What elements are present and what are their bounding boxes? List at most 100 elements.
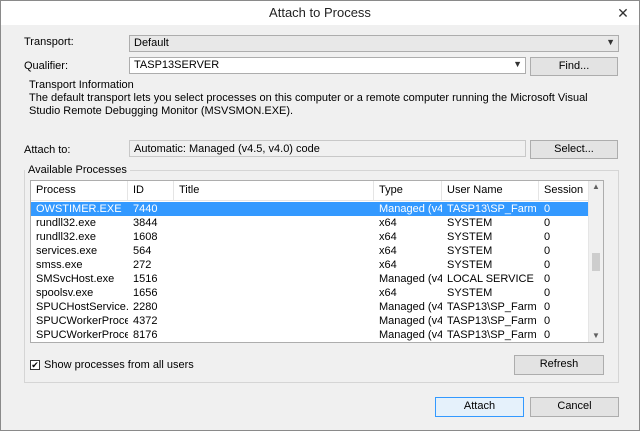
column-header-user-name[interactable]: User Name: [442, 181, 539, 200]
cell-id: 3112: [128, 342, 174, 343]
cell-title: [174, 258, 374, 272]
vertical-scrollbar[interactable]: ▲ ▼: [588, 181, 603, 342]
table-row[interactable]: SQLAGENT.EXE3112 Managed (v2....NT SERVIC…: [31, 342, 589, 343]
cell-id: 1656: [133, 287, 158, 299]
cell-session: 0: [544, 245, 551, 257]
cell-type: Managed (v4....: [379, 203, 442, 215]
table-row[interactable]: SPUCWorkerProcessP... 8176 Managed (v4....…: [31, 328, 589, 342]
cell-process: services.exe: [36, 245, 98, 257]
title-bar: Attach to Process ✕: [1, 1, 639, 25]
qualifier-input[interactable]: TASP13SERVER ▼: [129, 57, 526, 74]
table-row[interactable]: rundll32.exe 3844 x64 SYSTEM 0: [31, 216, 589, 230]
table-row[interactable]: rundll32.exe 1608 x64 SYSTEM 0: [31, 230, 589, 244]
cell-title: [174, 202, 374, 216]
cell-process: rundll32.exe: [36, 231, 96, 243]
qualifier-value: TASP13SERVER: [134, 59, 220, 71]
cell-id: 3844: [133, 217, 158, 229]
column-header-session[interactable]: Session: [539, 181, 589, 200]
table-row[interactable]: smss.exe 272 x64 SYSTEM 0: [31, 258, 589, 272]
cell-type: x64: [379, 259, 397, 271]
cell-session: 0: [544, 259, 551, 271]
cell-title: [174, 314, 374, 328]
scroll-down-icon[interactable]: ▼: [589, 330, 603, 342]
cell-user-name: SYSTEM: [447, 245, 493, 257]
cell-id: 2280: [133, 301, 158, 313]
table-row[interactable]: services.exe 564 x64 SYSTEM 0: [31, 244, 589, 258]
close-icon[interactable]: ✕: [613, 4, 633, 22]
cell-user-name: SYSTEM: [447, 231, 493, 243]
cell-title: [174, 216, 374, 230]
cell-process: SMSvcHost.exe: [36, 273, 115, 285]
cell-title: [174, 286, 374, 300]
cell-process: smss.exe: [36, 259, 83, 271]
cell-process: rundll32.exe: [36, 217, 96, 229]
cancel-button[interactable]: Cancel: [530, 397, 619, 417]
cell-type: x64: [379, 287, 397, 299]
cell-process: SQLAGENT.EXE: [31, 342, 128, 343]
table-row[interactable]: SPUCHostService.exe 2280 Managed (v4.... TA…: [31, 300, 589, 314]
cell-user-name: TASP13\SP_Farm: [447, 329, 537, 341]
show-all-users-label[interactable]: Show processes from all users: [44, 359, 194, 371]
cell-id: 1516: [133, 273, 158, 285]
checkmark-icon: ✔: [31, 360, 39, 370]
cell-session: 0: [544, 217, 551, 229]
cell-session: 0: [544, 329, 551, 341]
cell-user-name: TASP13\SP_Farm: [447, 315, 537, 327]
cell-id: 4372: [133, 315, 158, 327]
window-title: Attach to Process: [269, 5, 371, 20]
scrollbar-thumb[interactable]: [592, 253, 600, 271]
cell-type: Managed (v2....: [374, 342, 442, 343]
cell-user-name: SYSTEM: [447, 259, 493, 271]
cell-user-name: TASP13\SP_Farm: [447, 203, 537, 215]
table-row[interactable]: SPUCWorkerProcess.... 4372 Managed (v4....…: [31, 314, 589, 328]
process-list-header: Process ID Title Type User Name Session: [31, 181, 589, 201]
transport-info-text: The default transport lets you select pr…: [29, 92, 588, 117]
show-all-users-checkbox[interactable]: ✔: [30, 360, 40, 370]
transport-dropdown[interactable]: Default ▼: [129, 35, 619, 52]
cell-type: x64: [379, 231, 397, 243]
cell-id: 272: [133, 259, 152, 271]
attach-button[interactable]: Attach: [435, 397, 524, 417]
qualifier-label: Qualifier:: [24, 60, 69, 72]
cell-type: Managed (v4....: [379, 315, 442, 327]
cell-type: Managed (v4....: [379, 273, 442, 285]
cell-process: SPUCHostService.exe: [36, 301, 128, 313]
cell-user-name: SYSTEM: [447, 217, 493, 229]
cell-user-name: TASP13\SP_Farm: [447, 301, 537, 313]
table-row[interactable]: spoolsv.exe 1656 x64 SYSTEM 0: [31, 286, 589, 300]
table-row[interactable]: SMSvcHost.exe 1516 Managed (v4.... LOCAL SE…: [31, 272, 589, 286]
column-header-type[interactable]: Type: [374, 181, 442, 200]
cell-user-name: NT SERVICE\SQLSER...: [442, 342, 539, 343]
cell-session: 0: [539, 342, 589, 343]
process-list[interactable]: Process ID Title Type User Name Session …: [30, 180, 604, 343]
cell-session: 0: [544, 301, 551, 313]
find-button[interactable]: Find...: [530, 57, 618, 76]
chevron-down-icon: ▼: [606, 37, 615, 47]
cell-process: spoolsv.exe: [36, 287, 94, 299]
cell-user-name: SYSTEM: [447, 287, 493, 299]
cell-id: 1608: [133, 231, 158, 243]
cell-title: [174, 342, 374, 343]
cell-id: 7440: [133, 203, 158, 215]
available-processes-title: Available Processes: [25, 164, 130, 176]
cell-title: [174, 244, 374, 258]
cell-session: 0: [544, 287, 551, 299]
select-button[interactable]: Select...: [530, 140, 618, 159]
attach-to-process-dialog: Attach to Process ✕ Transport: Default ▼…: [0, 0, 640, 431]
cell-type: x64: [379, 217, 397, 229]
transport-info-title: Transport Information: [29, 79, 134, 91]
table-row[interactable]: OWSTIMER.EXE 7440 Managed (v4.... TASP13\SP…: [31, 202, 589, 216]
chevron-down-icon[interactable]: ▼: [513, 59, 522, 69]
column-header-title[interactable]: Title: [174, 181, 374, 200]
attach-to-label: Attach to:: [24, 144, 71, 156]
column-header-process[interactable]: Process: [31, 181, 128, 200]
cell-session: 0: [544, 231, 551, 243]
cell-title: [174, 272, 374, 286]
refresh-button[interactable]: Refresh: [514, 355, 604, 375]
column-header-id[interactable]: ID: [128, 181, 174, 200]
scroll-up-icon[interactable]: ▲: [589, 181, 603, 193]
cell-title: [174, 230, 374, 244]
cell-process: SPUCWorkerProcess....: [36, 315, 128, 327]
attach-to-field: Automatic: Managed (v4.5, v4.0) code: [129, 140, 526, 157]
cell-session: 0: [544, 315, 551, 327]
